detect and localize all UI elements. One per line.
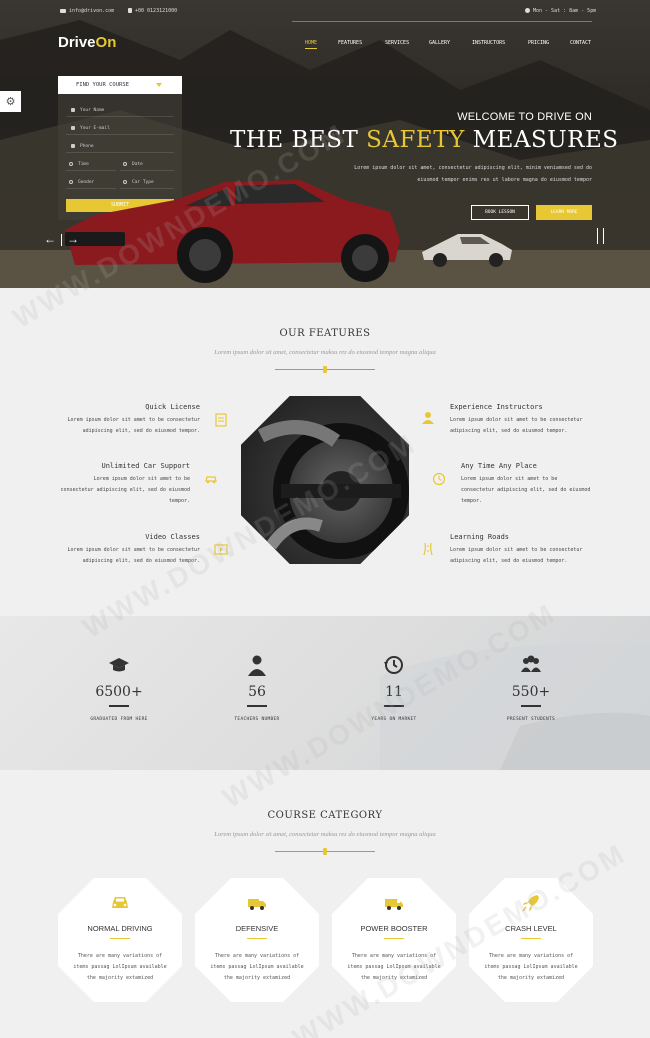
topbar-hours: Mon - Sat : 8am - 5pm (525, 8, 596, 14)
clock-icon (69, 162, 73, 166)
site-logo[interactable]: DriveOn (58, 34, 116, 51)
settings-toggle-button[interactable]: ⚙ (0, 91, 21, 112)
road-icon (423, 542, 433, 556)
hero-section: info@drivon.com +00 0123121000 Mon - Sat… (0, 0, 650, 288)
stat-teachers: 56 TEACHERS NUMBER (234, 684, 280, 722)
hero-headline: THE BEST SAFETY MEASURES (230, 127, 619, 153)
feature-video-classes: Video Classes Lorem ipsum dolor sit amet… (67, 533, 200, 564)
phone-field[interactable]: Phone (66, 140, 174, 153)
nav-item-pricing[interactable]: PRICING (528, 40, 549, 46)
courses-subtitle: Lorem ipsum dolor sit amet, consectetur … (214, 831, 436, 838)
hero-welcome: WELCOME TO DRIVE ON (457, 111, 592, 123)
van-icon (385, 899, 403, 910)
video-icon (214, 544, 228, 555)
envelope-icon (71, 126, 75, 130)
nav-item-home[interactable]: HOME (305, 40, 318, 49)
slider-pagination[interactable] (593, 228, 607, 244)
topbar-phone[interactable]: +00 0123121000 (128, 8, 177, 14)
instructor-icon (422, 412, 434, 424)
car-icon (205, 476, 217, 484)
course-card-normal-driving[interactable]: NORMAL DRIVING There are many variations… (58, 878, 182, 1002)
arrow-left-icon[interactable]: ← (44, 232, 56, 246)
book-lesson-button[interactable]: BOOK LESSON (471, 205, 529, 220)
features-subtitle: Lorem ipsum dolor sit amet, consectetur … (214, 349, 436, 356)
steering-wheel-image (241, 396, 409, 564)
nav-item-services[interactable]: SERVICES (385, 40, 409, 46)
feature-unlimited-car-support: Unlimited Car Support Lorem ipsum dolor … (60, 462, 190, 504)
feature-any-time-any-place: Any Time Any Place Lorem ipsum dolor sit… (461, 462, 591, 504)
rocket-icon (522, 895, 539, 912)
name-field[interactable]: Your Name (66, 104, 174, 117)
features-title: OUR FEATURES (279, 328, 371, 339)
mail-icon (60, 8, 66, 13)
topbar-email[interactable]: info@drivon.com (60, 8, 114, 14)
car-front-icon (112, 897, 128, 908)
course-finder-header[interactable]: FIND YOUR COURSE (58, 76, 182, 94)
history-clock-icon (384, 656, 403, 674)
clock-icon (525, 8, 530, 13)
arrow-right-icon[interactable]: → (67, 232, 79, 246)
stats-section: 6500+ GRADUATED FROM HERE 56 TEACHERS NU… (0, 616, 650, 770)
stat-years: 11 YEARS ON MARKET (371, 684, 417, 722)
slider-arrows: ← → (44, 232, 79, 246)
gear-icon: ⚙ (5, 96, 16, 108)
hero-description: Lorem ipsum dolor sit amet, consectetur … (354, 165, 592, 183)
top-bar: info@drivon.com +00 0123121000 Mon - Sat… (0, 0, 650, 22)
learn-more-button[interactable]: LEARN MORE (536, 205, 592, 220)
white-car-image (422, 234, 512, 267)
email-field[interactable]: Your E-mail (66, 122, 174, 135)
clock-icon (432, 472, 446, 486)
feature-learning-roads: Learning Roads Lorem ipsum dolor sit ame… (450, 533, 583, 564)
stat-graduated: 6500+ GRADUATED FROM HERE (90, 684, 148, 722)
nav-item-features[interactable]: FEATURES (338, 40, 362, 46)
calendar-icon (123, 162, 127, 166)
course-card-power-booster[interactable]: POWER BOOSTER There are many variations … (332, 878, 456, 1002)
teacher-icon (248, 655, 266, 676)
stat-students: 550+ PRESENT STUDENTS (506, 684, 556, 722)
nav-item-contact[interactable]: CONTACT (570, 40, 591, 46)
features-divider (275, 366, 375, 373)
user-icon (71, 108, 75, 112)
phone-icon (71, 144, 75, 148)
feature-experience-instructors: Experience Instructors Lorem ipsum dolor… (450, 403, 583, 434)
feature-quick-license: Quick License Lorem ipsum dolor sit amet… (67, 403, 200, 434)
course-card-crash-level[interactable]: CRASH LEVEL There are many variations of… (469, 878, 593, 1002)
phone-icon (128, 8, 132, 13)
students-group-icon (521, 655, 541, 672)
topbar-divider (292, 21, 592, 22)
steering-wheel-graphic (257, 420, 409, 559)
nav-item-instructors[interactable]: INSTRUCTORS (472, 40, 505, 46)
course-card-defensive[interactable]: DEFENSIVE There are many variations of it… (195, 878, 319, 1002)
graduation-cap-icon (109, 658, 129, 672)
courses-title: COURSE CATEGORY (267, 810, 383, 821)
caret-down-icon (156, 83, 162, 87)
courses-divider (275, 848, 375, 855)
truck-icon (248, 899, 266, 910)
license-document-icon (215, 413, 227, 427)
nav-item-gallery[interactable]: GALLERY (429, 40, 450, 46)
red-sports-car-image (65, 180, 400, 283)
